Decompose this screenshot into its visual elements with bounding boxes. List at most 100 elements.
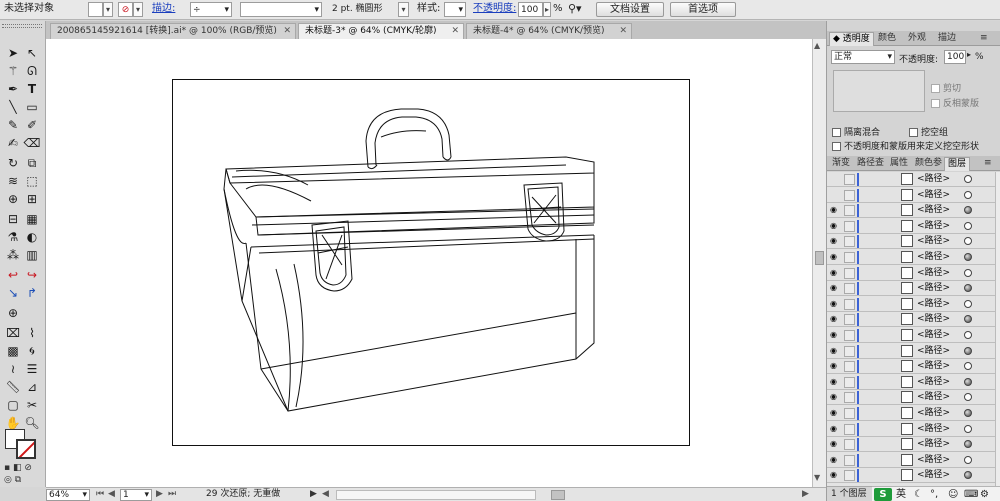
eye-icon[interactable]: ◉ <box>830 455 840 464</box>
blend-mode-select[interactable]: 正常 ▾ <box>831 50 895 64</box>
target-circle-icon[interactable] <box>964 440 972 449</box>
pen-tool-icon[interactable]: ✒ <box>4 81 22 98</box>
horizontal-scrollbar[interactable] <box>336 490 536 500</box>
tab-document-1[interactable]: 200865145921614 [转换].ai* @ 100% (RGB/预览)… <box>50 23 296 39</box>
stroke-dropdown[interactable]: ▾ <box>133 2 143 17</box>
clip-checkbox[interactable]: 剪切 <box>931 81 961 94</box>
selection-tool-icon[interactable]: ➤ <box>4 45 22 62</box>
eye-icon[interactable]: ◉ <box>830 253 840 261</box>
tab-stroke[interactable]: 描边 <box>935 32 959 46</box>
scale-tool-icon[interactable]: ⧉ <box>23 155 41 172</box>
paintbrush-tool-icon[interactable]: ✎ <box>4 117 22 134</box>
invert-mask-checkbox[interactable]: 反相蒙版 <box>931 96 979 109</box>
warp-tool-icon[interactable]: ≋ <box>4 173 22 190</box>
align-tool-icon[interactable]: ☰ <box>23 361 41 378</box>
custom-tool-2-icon[interactable]: ↪ <box>23 267 41 284</box>
target-circle-icon[interactable] <box>964 175 972 183</box>
column-graph-tool-icon[interactable]: ▥ <box>23 247 41 264</box>
target-circle-icon[interactable] <box>964 362 972 371</box>
eye-icon[interactable]: ◉ <box>830 221 840 230</box>
blend-tool-icon[interactable]: ◐ <box>23 229 41 246</box>
variable-width-field[interactable]: ▾ <box>240 2 322 17</box>
line-tool-icon[interactable]: ╲ <box>4 99 22 116</box>
scroll-left-icon[interactable]: ◀ <box>322 489 329 501</box>
tab-color[interactable]: 颜色 <box>875 32 899 46</box>
tab-transparency[interactable]: ◆ 透明度 <box>829 32 874 46</box>
lock-toggle[interactable] <box>844 298 855 310</box>
scroll-right-icon[interactable]: ▶ <box>802 489 809 501</box>
eye-icon[interactable]: ◉ <box>830 284 840 292</box>
mesh-tool-icon[interactable]: ▩ <box>4 343 22 360</box>
lock-toggle[interactable] <box>844 205 855 217</box>
layer-row[interactable]: ◉ <路径> <box>827 234 995 250</box>
prev-artboard-icon[interactable]: ◀ <box>108 489 115 501</box>
layer-row[interactable]: ◉ <路径> <box>827 296 995 312</box>
panel-opacity-input[interactable]: 100 <box>944 50 966 64</box>
target-circle-icon[interactable] <box>964 377 972 386</box>
brush-dropdown[interactable]: ▾ <box>398 2 409 17</box>
fill-swatch[interactable] <box>88 2 103 17</box>
lock-toggle[interactable] <box>844 392 855 404</box>
eye-hidden-icon[interactable] <box>830 175 840 183</box>
last-artboard-icon[interactable]: ⏭ <box>168 489 176 501</box>
target-circle-icon[interactable] <box>964 315 972 324</box>
fill-dropdown[interactable]: ▾ <box>103 2 113 17</box>
rect-frame-tool-icon[interactable]: ▢ <box>4 397 22 414</box>
eye-icon[interactable]: ◉ <box>830 315 840 323</box>
lock-toggle[interactable] <box>844 345 855 357</box>
ime-language[interactable]: 英 <box>896 488 906 501</box>
zoom-field[interactable]: 64% ▾ <box>46 489 90 501</box>
layer-row[interactable]: ◉ <路径> <box>827 421 995 437</box>
lock-toggle[interactable] <box>844 376 855 388</box>
layer-row[interactable]: ◉ <路径> <box>827 374 995 390</box>
slice-tool-icon[interactable]: ⌇ <box>23 325 41 342</box>
target-circle-icon[interactable] <box>964 409 972 417</box>
opacity-link[interactable]: 不透明度: <box>473 2 516 17</box>
lock-toggle[interactable] <box>844 454 855 466</box>
scroll-up-icon[interactable]: ▲ <box>814 41 820 50</box>
toolbox-outline-drawing[interactable] <box>46 39 812 487</box>
eraser-tool-icon[interactable]: ⌫ <box>23 135 41 152</box>
eye-icon[interactable]: ◉ <box>830 362 840 370</box>
layer-row[interactable]: ◉ <路径> <box>827 390 995 406</box>
horizontal-scroll-thumb[interactable] <box>551 490 565 500</box>
perspective-grid-tool-icon[interactable]: ⊟ <box>4 211 22 228</box>
layer-row[interactable]: ◉ <路径> <box>827 312 995 328</box>
layer-row[interactable]: ◉ <路径> <box>827 265 995 281</box>
layer-row[interactable]: ◉ <路径> <box>827 468 995 484</box>
color-mode-icons[interactable]: ▪ ◧ ⊘ <box>4 463 32 473</box>
target-circle-icon[interactable] <box>964 206 972 215</box>
lasso-tool-icon[interactable]: ᘏ <box>23 63 41 80</box>
pencil-tool-icon[interactable]: ✐ <box>23 117 41 134</box>
close-icon[interactable]: ✕ <box>283 24 291 39</box>
opacity-mask-checkbox[interactable]: 不透明度和蒙版用来定义挖空形状 <box>832 139 979 152</box>
stroke-weight-field[interactable]: ÷ ▾ <box>190 2 232 17</box>
free-transform-tool-icon[interactable]: ⬚ <box>23 173 41 190</box>
eye-icon[interactable]: ◉ <box>830 206 840 214</box>
eyedropper-tool-icon[interactable]: ⚗ <box>4 229 22 246</box>
stroke-color-swatch[interactable] <box>16 439 36 459</box>
lock-toggle[interactable] <box>844 470 855 482</box>
panel-grip[interactable] <box>2 24 42 28</box>
zoom-tool-icon[interactable]: 🔍︎ <box>23 415 41 432</box>
tab-pathfinder[interactable]: 路径查 <box>854 157 887 171</box>
layer-row[interactable]: ◉ <路径> <box>827 359 995 375</box>
panel-opacity-dropdown-icon[interactable]: ▸ <box>967 50 971 59</box>
stroke-link[interactable]: 描边: <box>152 2 175 17</box>
layer-row[interactable]: ◉ <路径> <box>827 250 995 265</box>
eye-icon[interactable]: ◉ <box>830 409 840 417</box>
custom-tool-4-icon[interactable]: ↱ <box>23 285 41 302</box>
document-setup-button[interactable]: 文档设置 <box>596 2 664 17</box>
layer-row[interactable]: ◉ <路径> <box>827 437 995 453</box>
layer-row[interactable]: ◉ <路径> <box>827 328 995 343</box>
status-menu-icon[interactable]: ▶ <box>310 489 317 501</box>
lock-toggle[interactable] <box>844 283 855 295</box>
eye-icon[interactable]: ◉ <box>830 346 840 355</box>
target-circle-icon[interactable] <box>964 253 972 261</box>
first-artboard-icon[interactable]: ⏮ <box>96 489 104 501</box>
lock-toggle[interactable] <box>844 220 855 232</box>
lock-toggle[interactable] <box>844 174 855 185</box>
next-artboard-icon[interactable]: ▶ <box>156 489 163 501</box>
style-swatch[interactable]: ▾ <box>444 2 466 17</box>
close-icon[interactable]: ✕ <box>451 24 459 39</box>
